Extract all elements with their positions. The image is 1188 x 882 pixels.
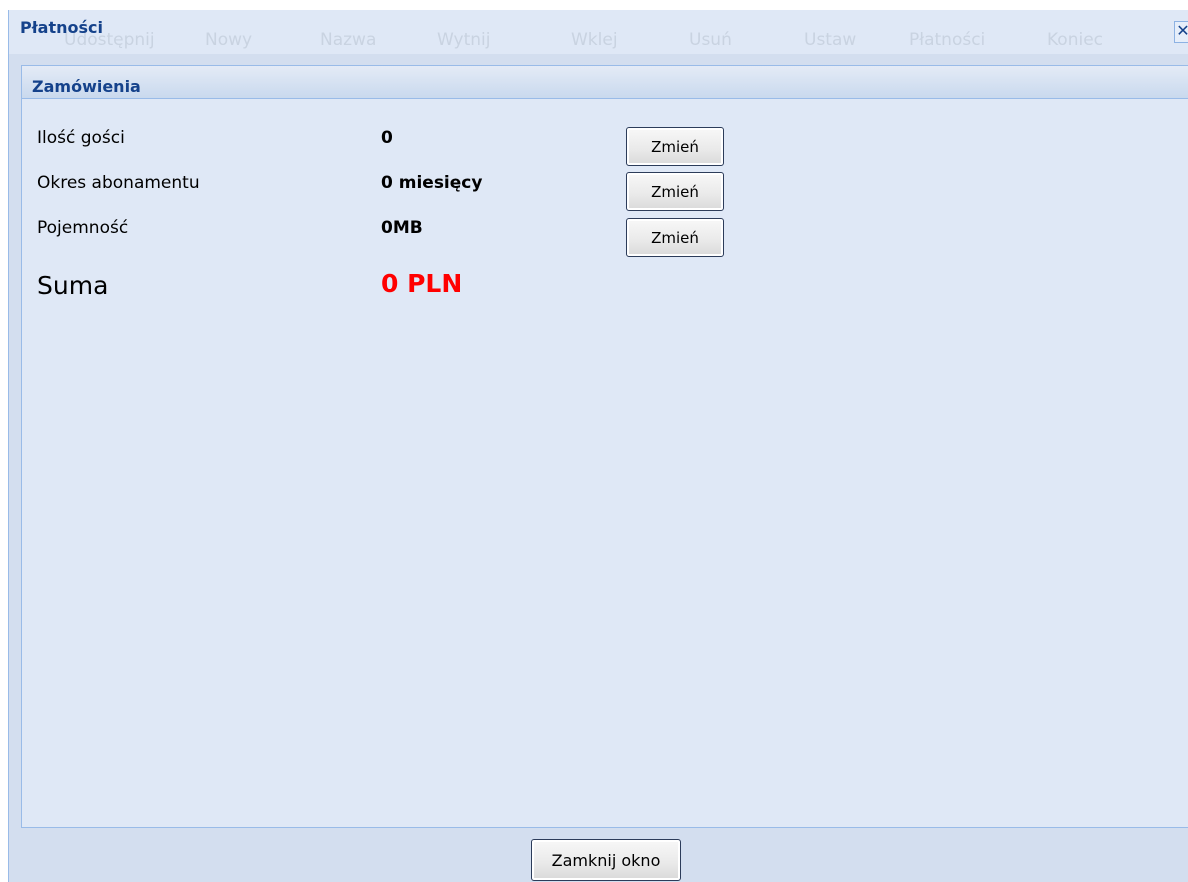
guests-count-value: 0 bbox=[381, 128, 393, 148]
capacity-value: 0MB bbox=[381, 218, 423, 238]
close-window-button[interactable]: Zamknij okno bbox=[531, 839, 681, 881]
window-title: Płatności bbox=[20, 18, 103, 37]
bg-toolbar-paste: Wklej bbox=[571, 30, 618, 50]
bg-toolbar-payments: Płatności bbox=[909, 30, 986, 50]
bg-toolbar-end: Koniec bbox=[1047, 30, 1104, 50]
orders-panel-title: Zamówienia bbox=[32, 77, 141, 96]
payments-window: Udostępnij Nowy Nazwa Wytnij Wklej Usuń … bbox=[8, 10, 1188, 882]
subscription-period-value: 0 miesięcy bbox=[381, 173, 483, 193]
subscription-period-label: Okres abonamentu bbox=[37, 173, 200, 193]
bg-toolbar-new: Nowy bbox=[205, 30, 253, 50]
change-subscription-button[interactable]: Zmień bbox=[626, 172, 724, 211]
change-capacity-button[interactable]: Zmień bbox=[626, 218, 724, 257]
change-guests-button[interactable]: Zmień bbox=[626, 127, 724, 166]
bg-toolbar-name: Nazwa bbox=[320, 30, 377, 50]
bg-toolbar-delete: Usuń bbox=[689, 30, 732, 50]
close-icon[interactable]: ✕ bbox=[1174, 21, 1188, 43]
sum-value: 0 PLN bbox=[381, 269, 463, 298]
bg-toolbar-cut: Wytnij bbox=[437, 30, 491, 50]
sum-label: Suma bbox=[37, 271, 109, 300]
orders-panel-header: Zamówienia bbox=[22, 66, 1188, 99]
orders-panel: Zamówienia Ilość gości 0 Zmień Okres abo… bbox=[21, 65, 1188, 828]
bg-toolbar-set: Ustaw bbox=[804, 30, 857, 50]
guests-count-label: Ilość gości bbox=[37, 128, 125, 148]
window-titlebar: Udostępnij Nowy Nazwa Wytnij Wklej Usuń … bbox=[9, 10, 1188, 54]
capacity-label: Pojemność bbox=[37, 218, 129, 238]
background-toolbar: Udostępnij Nowy Nazwa Wytnij Wklej Usuń … bbox=[9, 30, 1188, 54]
